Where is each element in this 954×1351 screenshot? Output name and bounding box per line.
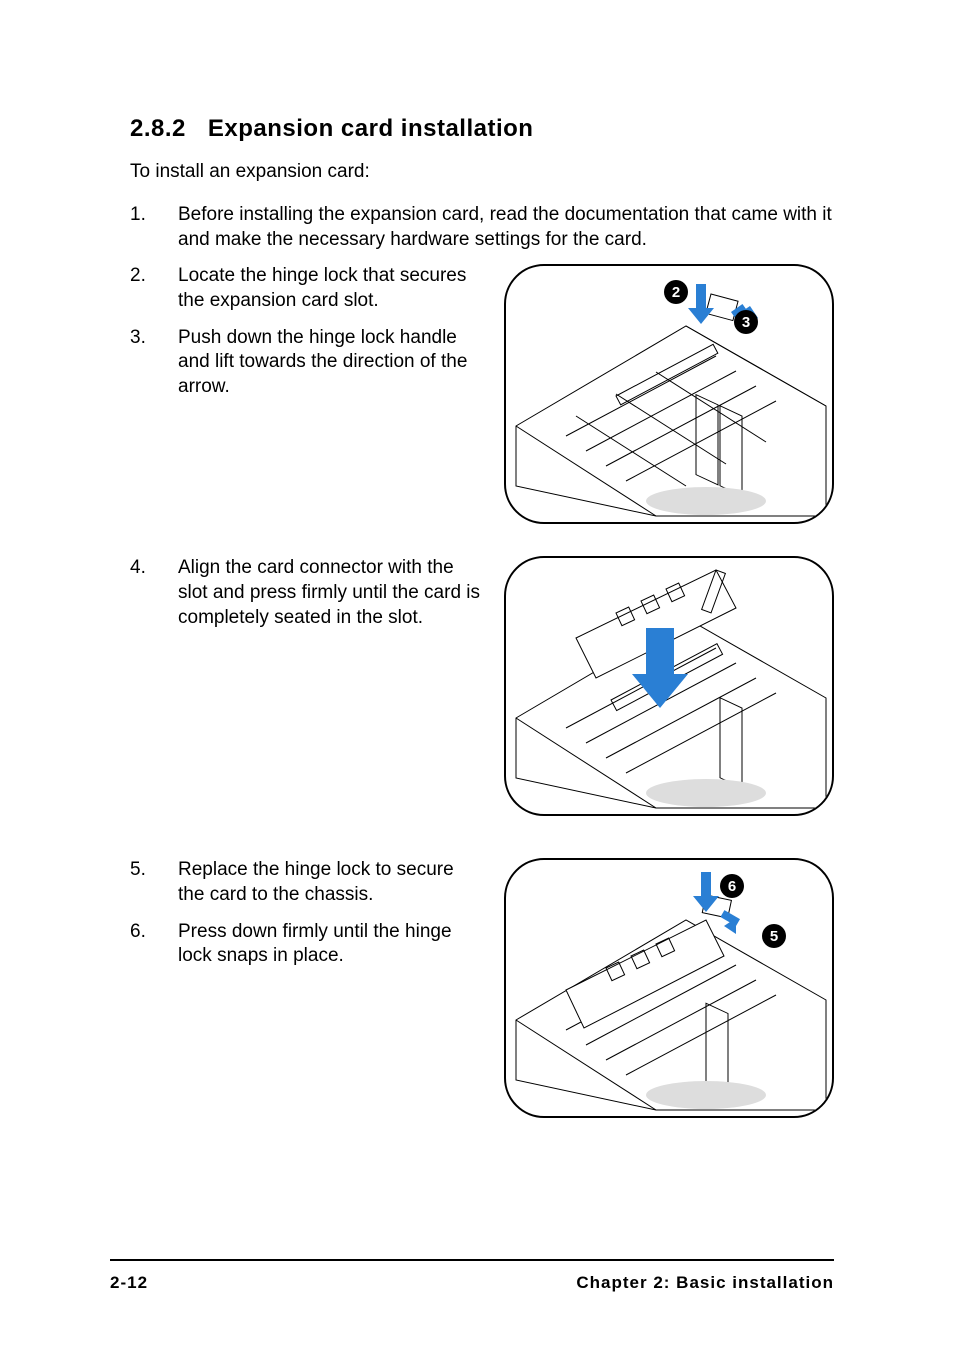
footer-rule [110,1259,834,1261]
step-block-1: 2.Locate the hinge lock that secures the… [130,264,834,534]
step-text: Align the card connector with the slot a… [178,557,480,627]
step-item: 3.Push down the hinge lock handle and li… [130,326,480,400]
step-item: 1.Before installing the expansion card, … [130,203,834,252]
step-item: 2.Locate the hinge lock that secures the… [130,264,480,313]
chapter-label: Chapter 2: Basic installation [576,1273,834,1293]
step-text: Replace the hinge lock to secure the car… [178,859,454,905]
step-block-2: 4.Align the card connector with the slot… [130,556,834,836]
page-footer: 2-12 Chapter 2: Basic installation [110,1273,834,1293]
diagram-icon [506,558,834,816]
section-number: 2.8.2 [130,115,186,143]
step-item: 5.Replace the hinge lock to secure the c… [130,858,480,907]
manual-page: 2.8.2 Expansion card installation To inst… [0,0,954,1351]
step-text: Press down firmly until the hinge lock s… [178,921,452,967]
steps-4: 4.Align the card connector with the slot… [130,556,480,630]
steps-5-6: 5.Replace the hinge lock to secure the c… [130,858,480,969]
steps-1: 1.Before installing the expansion card, … [130,203,834,252]
step-text: Push down the hinge lock handle and lift… [178,327,467,397]
section-heading: 2.8.2 Expansion card installation [130,115,834,143]
step-item: 4.Align the card connector with the slot… [130,556,480,630]
step-block-3: 5.Replace the hinge lock to secure the c… [130,858,834,1138]
steps-2-3: 2.Locate the hinge lock that secures the… [130,264,480,399]
figure-insert-card [504,556,834,816]
page-number: 2-12 [110,1273,148,1293]
section-title: Expansion card installation [208,115,534,142]
step-item: 6.Press down firmly until the hinge lock… [130,920,480,969]
figure-hinge-lock: 2 3 [504,264,834,524]
intro-text: To install an expansion card: [130,161,834,183]
diagram-icon [506,860,834,1118]
figure-lock-hinge: 6 5 [504,858,834,1118]
step-text: Before installing the expansion card, re… [178,204,832,250]
diagram-icon [506,266,834,524]
step-text: Locate the hinge lock that secures the e… [178,265,466,311]
